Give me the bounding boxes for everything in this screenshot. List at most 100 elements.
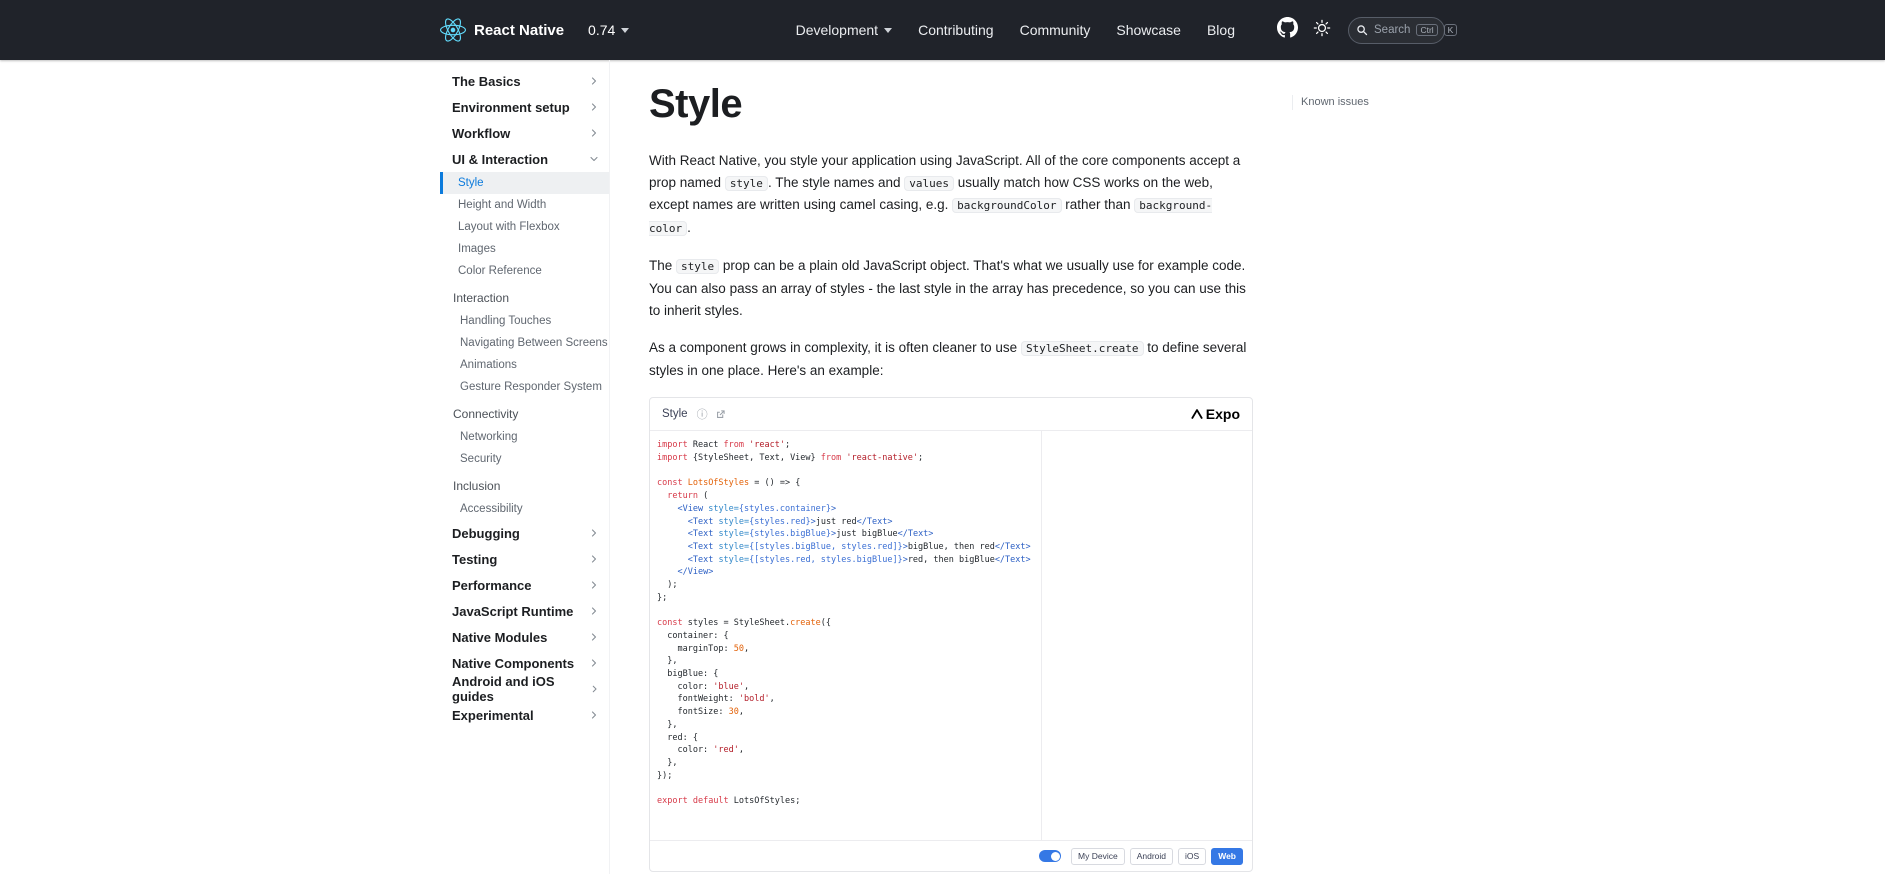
code-line: <View style={styles.container}> [677, 503, 837, 514]
open-in-new-icon[interactable] [715, 409, 726, 420]
device-tab-web[interactable]: Web [1211, 847, 1243, 865]
paragraph: The style prop can be a plain old JavaSc… [649, 258, 1246, 318]
code-line: container: { [657, 630, 729, 641]
device-tabs: My Device Android iOS Web [1071, 847, 1243, 865]
sidebar-category-environment-setup[interactable]: Environment setup [440, 94, 609, 120]
sidebar-category-performance[interactable]: Performance [440, 572, 609, 598]
sidebar-category-label: UI & Interaction [452, 151, 549, 167]
version-label: 0.74 [588, 22, 616, 38]
sidebar-subcategory-connectivity[interactable]: Connectivity [440, 402, 609, 426]
version-dropdown[interactable]: 0.74 [588, 22, 630, 38]
code-line: color: 'red', [657, 745, 745, 756]
sidebar-item-gesture-responder-system[interactable]: Gesture Responder System [440, 376, 609, 398]
toggle-knob [1050, 851, 1060, 861]
sidebar-category-the-basics[interactable]: The Basics [440, 68, 609, 94]
theme-toggle[interactable] [1313, 19, 1331, 42]
code-line: color: 'blue', [657, 681, 750, 692]
code-line: import {StyleSheet, Text, View} from 're… [657, 453, 924, 464]
sidebar-item-color-reference[interactable]: Color Reference [440, 260, 609, 282]
react-logo-icon [440, 18, 466, 42]
nav-item-contributing[interactable]: Contributing [905, 22, 1007, 38]
sidebar-item-security[interactable]: Security [440, 448, 609, 470]
inline-code: style [724, 175, 768, 191]
code-line: <Text style={[styles.bigBlue, styles.red… [687, 541, 1031, 552]
playground-footer: My Device Android iOS Web [650, 840, 1252, 871]
info-icon[interactable]: ⓘ [697, 406, 708, 422]
nav-item-community[interactable]: Community [1007, 22, 1104, 38]
github-link[interactable] [1277, 17, 1298, 43]
code-line: fontWeight: 'bold', [657, 694, 775, 705]
nav-item-development[interactable]: Development [783, 22, 906, 38]
brand-link[interactable]: React Native [440, 18, 564, 42]
playground-header: Style ⓘ Expo [650, 398, 1252, 432]
chevron-right-icon [592, 685, 597, 693]
code-line: return ( [667, 491, 709, 502]
sidebar-category-native-modules[interactable]: Native Modules [440, 624, 609, 650]
doc-paragraphs: With React Native, you style your applic… [649, 150, 1253, 381]
sidebar-item-networking[interactable]: Networking [440, 426, 609, 448]
code-line: }, [657, 719, 678, 730]
sidebar-category-testing[interactable]: Testing [440, 546, 609, 572]
device-tab-my-device[interactable]: My Device [1071, 847, 1125, 865]
sidebar-category-label: Performance [452, 577, 532, 593]
inline-code: StyleSheet.create [1020, 341, 1144, 357]
inline-code: style [676, 259, 720, 275]
sidebar-item-handling-touches[interactable]: Handling Touches [440, 310, 609, 332]
sun-icon [1313, 19, 1331, 42]
code-line: }; [657, 592, 668, 603]
code-playground: Style ⓘ Expo import React from 'react'; … [649, 397, 1253, 873]
device-tab-android[interactable]: Android [1129, 847, 1174, 865]
sidebar-item-layout-with-flexbox[interactable]: Layout with Flexbox [440, 216, 609, 238]
toc-link-known-issues[interactable]: Known issues [1301, 95, 1369, 110]
sidebar-category-label: Native Modules [452, 629, 548, 645]
code-editor[interactable]: import React from 'react'; import {StyleS… [650, 431, 1041, 840]
sidebar-item-navigating-between-screens[interactable]: Navigating Between Screens [440, 332, 609, 354]
sidebar-category-native-components[interactable]: Native Components [440, 650, 609, 676]
inline-code: backgroundColor [952, 198, 1062, 214]
sidebar-category-label: The Basics [452, 73, 521, 89]
table-of-contents: Known issues [1292, 60, 1369, 874]
nav-item-label: Contributing [918, 22, 994, 38]
sidebar-item-images[interactable]: Images [440, 238, 609, 260]
code-line: </View> [677, 567, 714, 578]
code-line: import React from 'react'; [657, 440, 791, 451]
preview-toggle[interactable] [1039, 850, 1062, 863]
sidebar-category-ui-interaction[interactable]: UI & Interaction [440, 146, 609, 172]
sidebar-item-animations[interactable]: Animations [440, 354, 609, 376]
device-tab-ios[interactable]: iOS [1178, 847, 1207, 865]
paragraph: With React Native, you style your applic… [649, 153, 1241, 236]
code-line: }); [657, 770, 673, 781]
sidebar-category-experimental[interactable]: Experimental [440, 702, 609, 728]
sidebar-category-javascript-runtime[interactable]: JavaScript Runtime [440, 598, 609, 624]
playground-title: Style [662, 408, 688, 421]
sidebar-category-android-and-ios-guides[interactable]: Android and iOS guides [440, 674, 609, 704]
sidebar-subcategory-interaction[interactable]: Interaction [440, 286, 609, 310]
nav-item-blog[interactable]: Blog [1194, 22, 1248, 38]
sidebar-subcategory-inclusion[interactable]: Inclusion [440, 474, 609, 498]
nav-item-showcase[interactable]: Showcase [1103, 22, 1194, 38]
code-line: <Text style={styles.bigBlue}>just bigBlu… [687, 529, 934, 540]
brand-title: React Native [474, 21, 565, 39]
chevron-right-icon [591, 633, 597, 641]
sidebar-item-height-and-width[interactable]: Height and Width [440, 194, 609, 216]
sidebar-category-label: Android and iOS guides [452, 674, 555, 704]
kbd-k: K [1443, 23, 1458, 37]
nav-item-label: Blog [1206, 22, 1235, 38]
sidebar-category-label: Environment setup [452, 99, 570, 115]
sidebar-category-workflow[interactable]: Workflow [440, 120, 609, 146]
expo-logo[interactable]: Expo [1191, 406, 1240, 422]
navbar-links: Development Contributing Community Showcase… [783, 22, 1248, 38]
page-container: The Basics Environment setup Workflow UI & … [440, 60, 1445, 874]
search-input[interactable]: Search Ctrl K [1348, 16, 1458, 44]
sidebar-category-debugging[interactable]: Debugging [440, 520, 609, 546]
sidebar-category-label: Testing [452, 551, 498, 567]
code-line: const LotsOfStyles = () => { [657, 478, 801, 489]
toc-list: Known issues [1292, 95, 1369, 111]
sidebar-item-style[interactable]: Style [440, 172, 609, 194]
chevron-right-icon [591, 77, 597, 85]
expo-caret-icon [1191, 406, 1203, 422]
search-placeholder: Search [1374, 24, 1411, 36]
sidebar-item-accessibility[interactable]: Accessibility [440, 498, 609, 520]
code-line: const styles = StyleSheet.create({ [657, 618, 832, 629]
kbd-ctrl: Ctrl [1416, 23, 1438, 37]
